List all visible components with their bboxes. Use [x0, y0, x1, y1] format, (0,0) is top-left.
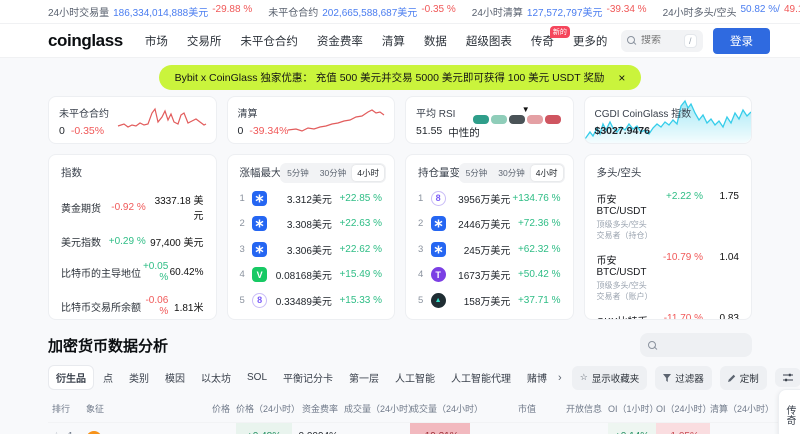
vine-token-icon: V	[252, 267, 268, 282]
liquidation-card[interactable]: 清算 0 -39.34%	[226, 96, 395, 144]
long-short-card: 多头/空头 币安BTC/USDT 顶级多头/空头交易者（持仓） +2.22 % …	[583, 154, 752, 320]
promo-banner[interactable]: Bybit x CoinGlass 独家优惠： 充值 500 美元并交易 500…	[158, 65, 642, 90]
list-item[interactable]: 4 V 藤 0.08168美元 +15.49 %	[240, 267, 382, 282]
table-row[interactable]: ☆ 1 ₿ 比特币 118195.9美元 +0.48% 0.0094% 322.…	[48, 422, 780, 434]
chevron-right-icon[interactable]: ›	[556, 372, 564, 384]
login-button[interactable]: 登录	[713, 27, 770, 54]
tab-meme[interactable]: 模因	[158, 366, 192, 389]
table-header-row: 排行 象征 价格 价格（24小时） 资金费率 成交量（24小时） 成交量（24小…	[52, 404, 775, 414]
liquidation-sparkline	[287, 109, 385, 132]
stat-open-interest: 未平仓合约 202,665,588,687美元 -0.35 %	[268, 4, 456, 19]
coins-table: 排行 象征 价格 价格（24小时） 资金费率 成交量（24小时） 成交量（24小…	[48, 397, 780, 434]
long-short-row[interactable]: 币安BTC/USDT 顶级多头/空头交易者（持仓） +2.22 % 1.75	[597, 191, 740, 241]
glm-token-icon: 8	[252, 292, 268, 308]
pencil-icon	[727, 374, 735, 382]
t-token-icon: T	[430, 267, 446, 282]
tab-bsc[interactable]: 平衡记分卡	[276, 366, 340, 389]
coinglass-logo[interactable]: coinglass	[48, 31, 123, 51]
top-stats-bar: 24小时交易量 186,334,014,888美元 -29.88 % 未平仓合约…	[0, 0, 800, 24]
navix-token-icon: ▲	[430, 292, 446, 308]
nav-item-open-interest[interactable]: 未平仓合约	[240, 33, 298, 49]
oi-change-card: 持仓量变化(%) ▾ 5分钟 30分钟 4小时 1 8 广义线性模型 3956万…	[405, 154, 574, 320]
omni-token-icon	[430, 241, 446, 257]
tab-30min[interactable]: 30分钟	[315, 165, 351, 181]
rsi-gauge-marker: ▼	[521, 105, 530, 114]
tab-spot[interactable]: 点	[96, 366, 120, 389]
nav-item-market[interactable]: 市场	[145, 33, 168, 49]
list-item[interactable]: 4 T T 1673万美元 +50.42 %	[418, 267, 561, 282]
funnel-icon	[663, 373, 672, 382]
omni-token-icon	[252, 190, 268, 206]
tab-ethereum[interactable]: 以太坊	[194, 366, 238, 389]
list-item[interactable]: 5 ▲ 导航指令 158万美元 +37.71 %	[418, 292, 561, 308]
index-row-btc-dominance[interactable]: 比特币的主导地位 +0.05 % 60.42%	[61, 261, 204, 283]
list-item[interactable]: 1 OMNINETWO 3.312美元 +22.85 %	[240, 190, 382, 206]
nav-item-data[interactable]: 数据	[424, 33, 447, 49]
index-row-dxy[interactable]: 美元指数 +0.29 % 97,400 美元	[61, 234, 204, 249]
list-item[interactable]: 3 奥米尼 3.306美元 +22.62 %	[240, 241, 382, 257]
sliders-icon	[782, 373, 793, 382]
banner-close-icon[interactable]: ×	[618, 71, 625, 85]
nav-item-supercharts[interactable]: 超级图表	[466, 33, 512, 49]
stat-24h-long-short: 24小时多头/空头 50.82 %/ 49.18 %	[662, 4, 800, 19]
glm-token-icon: 8	[430, 190, 446, 206]
index-row-btc-exchange-balance[interactable]: 比特币交易所余额 -0.06 % 1.81米	[61, 295, 204, 317]
stat-24h-liquidation: 24小时清算 127,572,797美元 -39.34 %	[471, 4, 647, 19]
column-settings-button[interactable]	[774, 368, 800, 387]
tab-derivatives[interactable]: 衍生品	[48, 365, 94, 390]
tab-4h[interactable]: 4小时	[352, 165, 384, 181]
top-gainers-card: 涨幅最大的股票 ▾ 5分钟 30分钟 4小时 1 OMNINETWO 3.312…	[226, 154, 395, 320]
customize-button[interactable]: 定制	[719, 365, 767, 390]
tab-layer1[interactable]: 第一层	[342, 366, 386, 389]
filter-button[interactable]: 过滤器	[655, 365, 712, 390]
tab-5min[interactable]: 5分钟	[461, 165, 493, 181]
list-item[interactable]: 3 OMNI1 245万美元 +62.32 %	[418, 241, 561, 257]
average-rsi-card[interactable]: 平均 RSI 51.55 中性的 ▼	[405, 96, 574, 144]
category-tabs: 衍生品 点 类别 模因 以太坊 SOL 平衡记分卡 第一层 人工智能 人工智能代…	[48, 365, 564, 390]
list-item[interactable]: 2 奥米尼 2446万美元 +72.36 %	[418, 216, 561, 231]
tab-ai-agents[interactable]: 人工智能代理	[444, 366, 518, 389]
nav-item-legend[interactable]: 传奇 新的	[531, 25, 570, 49]
search-icon	[648, 340, 657, 350]
page-title: 加密货币数据分析	[48, 337, 169, 355]
star-icon: ☆	[579, 372, 588, 382]
gainers-interval-tabs: 5分钟 30分钟 4小时	[280, 163, 386, 183]
tab-categories[interactable]: 类别	[122, 366, 156, 389]
search-input[interactable]	[641, 35, 679, 46]
nav-item-exchanges[interactable]: 交易所	[187, 33, 222, 49]
omni-token-icon	[430, 216, 446, 231]
search-icon	[627, 36, 636, 45]
tab-sol[interactable]: SOL	[240, 368, 274, 387]
omni-token-icon	[252, 241, 268, 257]
tab-30min[interactable]: 30分钟	[493, 165, 529, 181]
long-short-row[interactable]: OKX比特币 多头/空头（账户） -11.70 % 0.83	[597, 313, 740, 319]
side-tab-legend[interactable]: 传奇	[778, 389, 800, 434]
omni-token-icon	[252, 216, 268, 231]
open-interest-card[interactable]: 未平仓合约 0 -0.35%	[48, 96, 217, 144]
tab-gambling[interactable]: 赌博	[520, 366, 554, 389]
show-favorites-button[interactable]: ☆ 显示收藏夹	[571, 365, 648, 390]
nav-item-funding-rate[interactable]: 资金费率	[317, 33, 363, 49]
list-item[interactable]: 2 OMNI1 3.308美元 +22.63 %	[240, 216, 382, 231]
nav-item-more[interactable]: 更多的	[573, 33, 608, 49]
index-row-gold[interactable]: 黄金期货 -0.92 % 3337.18 美元	[61, 192, 204, 222]
coin-search[interactable]	[640, 333, 752, 357]
list-item[interactable]: 1 8 广义线性模型 3956万美元 +134.76 %	[418, 190, 561, 206]
stat-24h-volume: 24小时交易量 186,334,014,888美元 -29.88 %	[48, 4, 253, 19]
nav-item-liquidation[interactable]: 清算	[382, 33, 405, 49]
new-badge: 新的	[549, 25, 570, 38]
long-short-row[interactable]: 币安BTC/USDT 顶级多头/空头交易者（账户） -10.79 % 1.04	[597, 252, 740, 302]
tab-ai[interactable]: 人工智能	[388, 366, 442, 389]
main-nav: coinglass 市场 交易所 未平仓合约 资金费率 清算 数据 超级图表 传…	[0, 24, 800, 58]
nav-search[interactable]: /	[621, 29, 703, 52]
open-interest-sparkline	[117, 107, 206, 128]
index-card: 指数 黄金期货 -0.92 % 3337.18 美元 美元指数 +0.29 % …	[48, 154, 217, 320]
oi-change-interval-tabs: 5分钟 30分钟 4小时	[458, 163, 565, 183]
tab-4h[interactable]: 4小时	[530, 165, 563, 181]
rsi-gauge	[472, 115, 561, 124]
tab-5min[interactable]: 5分钟	[282, 165, 314, 181]
cgdi-index-card[interactable]: CGDI CoinGlass 指数 $3027.9476	[583, 96, 752, 144]
slash-shortcut-key: /	[684, 33, 697, 48]
list-item[interactable]: 5 8 广义线性模型 0.33489美元 +15.33 %	[240, 292, 382, 308]
